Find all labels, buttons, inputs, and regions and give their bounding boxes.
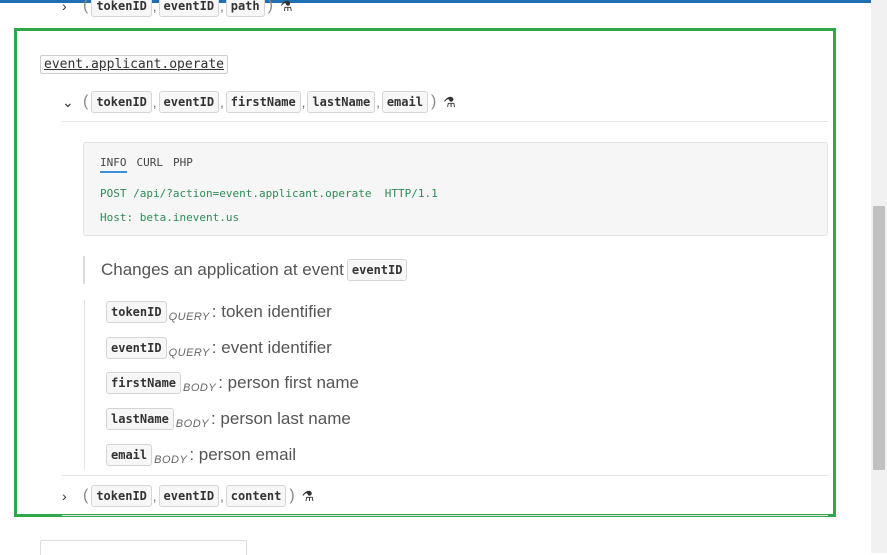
code-example-panel: INFO CURL PHP POST /api/?action=event.ap… (83, 142, 828, 236)
comma: , (152, 94, 157, 110)
parameter-name: email (106, 444, 153, 466)
endpoint-name[interactable]: event.applicant.operate (40, 55, 229, 74)
chevron-right-icon[interactable]: › (62, 0, 80, 14)
parameter-item: tokenID QUERY : token identifier (106, 301, 332, 323)
parameter-item: eventID QUERY : event identifier (106, 337, 332, 359)
open-paren: ( (83, 487, 89, 504)
tab-php[interactable]: PHP (173, 156, 193, 173)
description-code: eventID (346, 259, 408, 281)
endpoint-signature-row[interactable]: ⌄ ( tokenID, eventID, firstName, lastNam… (62, 91, 456, 113)
param-chip: eventID (158, 91, 220, 113)
param-chip: eventID (158, 485, 220, 507)
parameter-description: : person last name (210, 409, 351, 428)
parameter-name: tokenID (106, 301, 167, 323)
param-chip: tokenID (91, 485, 152, 507)
flask-icon[interactable]: ⚗ (302, 488, 315, 505)
comma: , (376, 94, 380, 110)
parameter-location: BODY (183, 382, 217, 394)
code-tabs: INFO CURL PHP (100, 156, 193, 173)
param-chip: content (225, 485, 287, 507)
parameter-description: : person email (189, 445, 297, 464)
comma: , (152, 488, 157, 504)
divider (62, 475, 828, 476)
endpoint-signature-row-top[interactable]: › ( tokenID, eventID, path ) ⚗ (62, 0, 293, 17)
chevron-right-icon[interactable]: › (62, 488, 80, 504)
endpoint-description: Changes an application at event eventID (83, 256, 408, 284)
parameter-name: firstName (106, 372, 182, 394)
comma: , (152, 0, 157, 14)
flask-icon[interactable]: ⚗ (443, 94, 456, 111)
param-chip: tokenID (91, 0, 152, 17)
comma: , (220, 0, 224, 14)
scrollbar-thumb[interactable] (873, 206, 885, 470)
close-paren: ) (289, 487, 295, 504)
params-rule (84, 300, 85, 470)
comma: , (220, 94, 224, 110)
parameter-location: QUERY (168, 347, 210, 359)
description-text: Changes an application at event (101, 260, 344, 279)
parameter-item: firstName BODY : person first name (106, 372, 359, 394)
comma: , (301, 94, 306, 110)
param-chip: path (225, 0, 265, 17)
parameter-name: eventID (106, 337, 167, 359)
code-line-host: Host: beta.inevent.us (100, 211, 240, 224)
endpoint-signature-row-next[interactable]: › ( tokenID, eventID, content ) ⚗ (62, 485, 314, 507)
open-paren: ( (83, 93, 89, 110)
close-paren: ) (430, 93, 437, 110)
parameter-location: BODY (175, 418, 209, 430)
divider (62, 515, 828, 516)
param-chip: firstName (225, 91, 301, 113)
flask-icon[interactable]: ⚗ (280, 0, 293, 15)
parameter-location: QUERY (168, 311, 210, 323)
parameter-item: lastName BODY : person last name (106, 408, 351, 430)
comma: , (220, 488, 224, 504)
parameter-name: lastName (106, 408, 174, 430)
tab-curl[interactable]: CURL (137, 156, 164, 173)
code-line-request: POST /api/?action=event.applicant.operat… (100, 187, 438, 200)
parameter-description: : token identifier (211, 302, 332, 321)
divider (62, 121, 828, 122)
open-paren: ( (83, 0, 89, 14)
parameter-item: email BODY : person email (106, 444, 296, 466)
parameter-description: : event identifier (211, 338, 332, 357)
close-paren: ) (267, 0, 273, 14)
param-chip: lastName (307, 91, 376, 113)
parameter-description: : person first name (218, 373, 359, 392)
param-chip: eventID (158, 0, 220, 17)
chevron-down-icon[interactable]: ⌄ (62, 94, 80, 111)
param-chip: tokenID (91, 91, 152, 113)
param-chip: email (381, 91, 428, 113)
tab-info[interactable]: INFO (100, 156, 127, 173)
parameter-location: BODY (154, 454, 188, 466)
